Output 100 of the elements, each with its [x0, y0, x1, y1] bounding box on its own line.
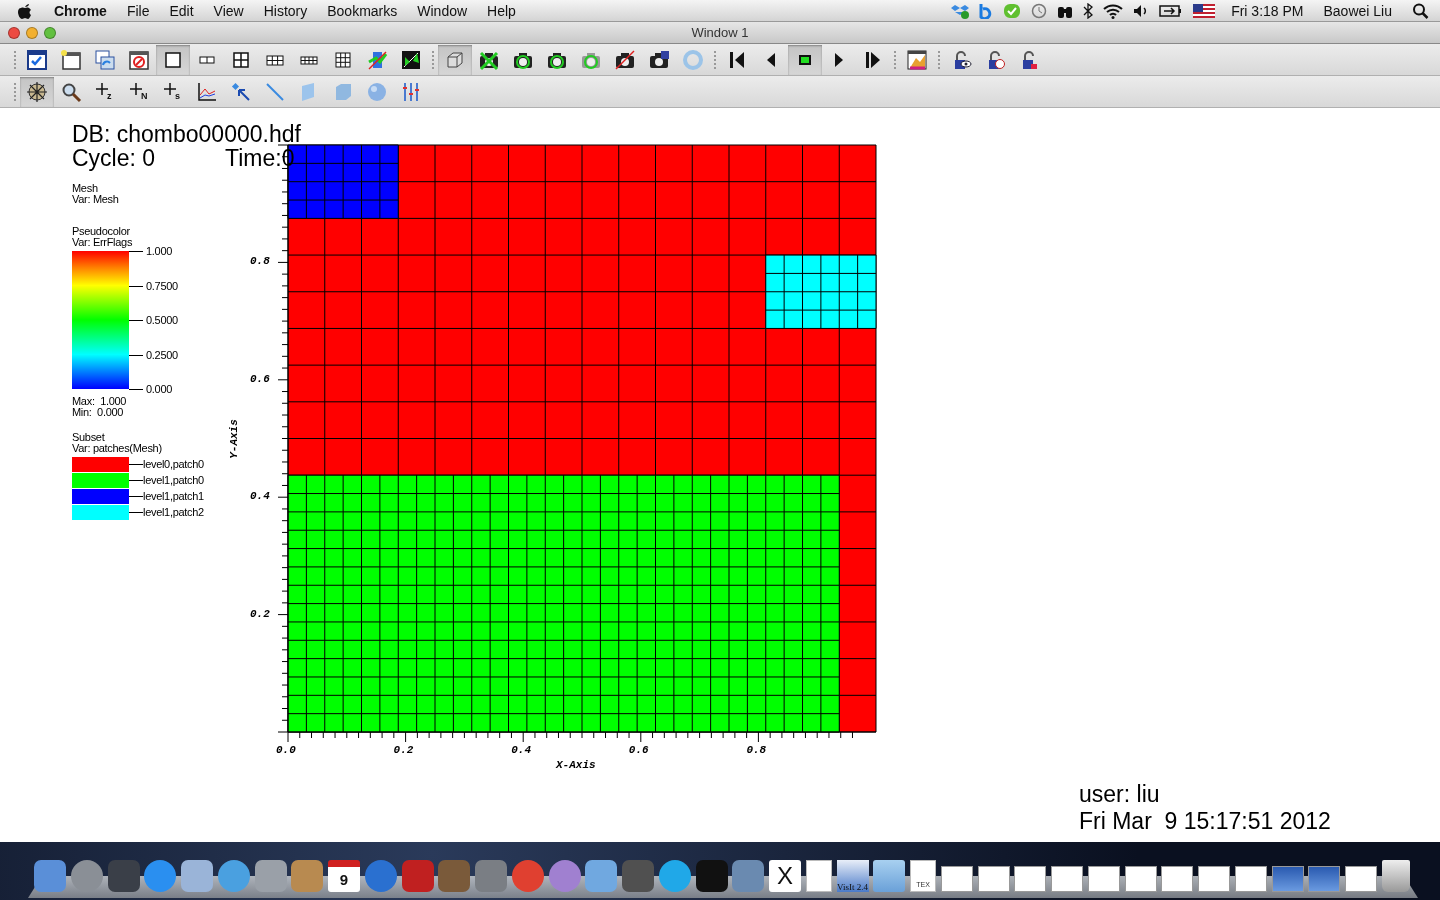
- window-thumbnail[interactable]: [1198, 866, 1230, 892]
- window-new-icon: [60, 48, 82, 71]
- database-label: DB: chombo00000.hdf: [72, 122, 301, 146]
- legend-title: Subset: [72, 432, 105, 443]
- window-thumbnail[interactable]: [1087, 866, 1120, 892]
- bluetooth-icon[interactable]: [1083, 2, 1094, 19]
- toolbar-button[interactable]: [20, 76, 54, 107]
- view-lock-icon: [400, 48, 422, 71]
- cycle-label: Cycle: 0: [72, 146, 156, 170]
- app-icon[interactable]: [548, 860, 581, 892]
- app-icon[interactable]: X: [769, 860, 801, 892]
- clock-icon[interactable]: [1031, 2, 1048, 19]
- add-point-button[interactable]: N: [122, 76, 156, 107]
- leader-line: [129, 496, 143, 497]
- check-icon[interactable]: [1003, 2, 1022, 19]
- window-thumbnail[interactable]: [1124, 866, 1157, 892]
- add-point-button[interactable]: z: [88, 76, 122, 107]
- app-icon[interactable]: [254, 860, 287, 892]
- camera-icon: [648, 48, 670, 71]
- close-button[interactable]: [8, 26, 20, 39]
- tick-mark: [129, 354, 143, 356]
- toolbar-grip[interactable]: [13, 49, 17, 70]
- menu-item[interactable]: History: [253, 2, 318, 19]
- user-name[interactable]: Baowei Liu: [1323, 2, 1392, 19]
- app-icon[interactable]: [438, 860, 471, 892]
- window-thumbnail[interactable]: [1271, 866, 1304, 892]
- app-icon[interactable]: [144, 860, 177, 892]
- menu-item[interactable]: Bookmarks: [317, 2, 408, 19]
- toolbar-button[interactable]: [156, 44, 190, 75]
- toolbar-grip[interactable]: [431, 49, 435, 70]
- axis-tick-label: 0.4: [250, 490, 270, 503]
- axis-tick-label: 0.8: [250, 255, 270, 268]
- user-label: user: liu: [1079, 782, 1160, 806]
- sphere-icon: [366, 80, 388, 103]
- window-thumbnail[interactable]: [1161, 866, 1194, 892]
- flag-icon[interactable]: [1193, 3, 1216, 18]
- app-icon[interactable]: [732, 860, 765, 892]
- app-icon[interactable]: [181, 860, 213, 892]
- axis-tick-label: 0.6: [250, 372, 270, 385]
- search-icon[interactable]: [1412, 2, 1430, 19]
- toolbar-grip[interactable]: [713, 49, 717, 70]
- window-check-icon: [26, 48, 48, 71]
- wifi-icon[interactable]: [1103, 2, 1124, 19]
- app-icon[interactable]: [107, 860, 140, 892]
- legend-variable: Var: Mesh: [72, 194, 119, 205]
- menu-clock[interactable]: Fri 3:18 PM: [1231, 2, 1304, 19]
- toolbar-grip[interactable]: [937, 49, 941, 70]
- window-thumbnail[interactable]: [977, 866, 1010, 892]
- tick-mark: [129, 389, 143, 390]
- menu-item[interactable]: Edit: [159, 2, 204, 19]
- add-point-button[interactable]: s: [156, 76, 190, 107]
- calendar-icon[interactable]: 9: [328, 860, 360, 892]
- pointer-icon: [230, 80, 252, 103]
- plus-icon: [164, 82, 176, 95]
- app-icon[interactable]: [511, 860, 544, 892]
- app-icon[interactable]: [658, 860, 691, 892]
- toolbar-grip[interactable]: [893, 49, 897, 70]
- menu-item[interactable]: View: [203, 2, 254, 19]
- axis-title: Y-Axis: [227, 419, 240, 459]
- legend-label: level1,patch1: [143, 491, 204, 502]
- app-icon[interactable]: [695, 860, 728, 892]
- plus-icon: [96, 82, 108, 95]
- minimize-button[interactable]: [26, 26, 38, 39]
- color-bar-label: 0.7500: [146, 280, 178, 292]
- legend-label: level1,patch0: [143, 475, 204, 486]
- battery-icon[interactable]: [1159, 2, 1184, 19]
- legend-label: level1,patch2: [143, 507, 204, 518]
- app-icon[interactable]: [401, 860, 434, 892]
- app-icon[interactable]: [291, 860, 324, 892]
- menu-item[interactable]: Help: [477, 2, 526, 19]
- app-icon[interactable]: [70, 860, 103, 892]
- menu-item[interactable]: File: [116, 2, 160, 19]
- window-thumbnail[interactable]: [1051, 866, 1083, 892]
- box-icon[interactable]: [951, 2, 970, 19]
- window-thumbnail[interactable]: [1014, 866, 1047, 892]
- app-icon[interactable]: [364, 860, 397, 892]
- apple-icon[interactable]: [18, 2, 32, 19]
- window-thumbnail[interactable]: [1308, 866, 1341, 892]
- color-bar-label: 1.000: [146, 246, 173, 257]
- app-icon[interactable]: [585, 860, 618, 892]
- leader-line: [129, 512, 143, 513]
- window-thumbnail[interactable]: [940, 866, 973, 892]
- menu-item[interactable]: Chrome: [44, 2, 117, 19]
- plus-icon: [130, 82, 142, 95]
- toolbar-grip[interactable]: [13, 81, 17, 102]
- axis-tick-label: 0.2: [393, 744, 414, 756]
- zoom-button[interactable]: [44, 26, 56, 39]
- trash-icon[interactable]: [1381, 860, 1410, 892]
- letter-b-icon[interactable]: [979, 2, 994, 19]
- window-thumbnail[interactable]: [1234, 866, 1267, 892]
- menu-item[interactable]: Window: [407, 2, 478, 19]
- window-copy-icon: [94, 48, 116, 71]
- window-thumbnail[interactable]: [1345, 866, 1377, 892]
- color-bar-label: 0.2500: [146, 349, 178, 361]
- document-icon[interactable]: [805, 860, 832, 892]
- app-icon[interactable]: VisIt 2.4: [836, 860, 869, 892]
- legend-variable: Var: ErrFlags: [72, 237, 133, 248]
- toolbar-button[interactable]: [788, 44, 822, 75]
- app-icon[interactable]: [217, 860, 250, 892]
- legend-title: Mesh: [72, 183, 98, 194]
